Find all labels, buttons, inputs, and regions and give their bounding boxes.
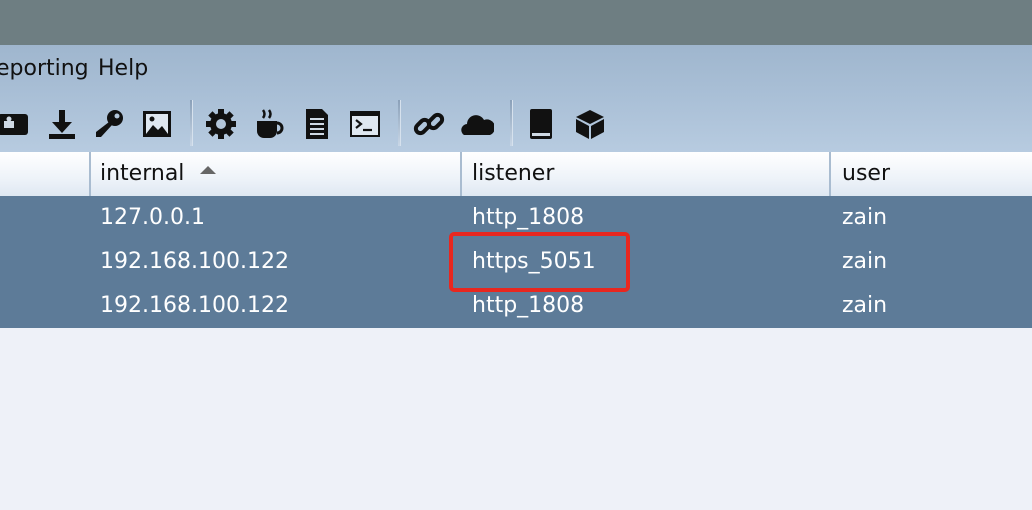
menu-help[interactable]: Help [98,55,148,83]
gear-icon[interactable] [202,105,240,143]
book-icon[interactable] [522,105,560,143]
column-header-listener[interactable]: listener [461,152,831,196]
column-header-user[interactable]: user [831,152,1032,196]
download-icon[interactable] [43,105,81,143]
link-icon[interactable] [410,105,448,143]
coffee-icon[interactable] [250,105,288,143]
column-header-internal-label: internal [100,161,185,186]
package-icon[interactable] [571,105,609,143]
menu-reporting[interactable]: eporting [0,55,89,83]
column-header-blank[interactable] [0,152,91,196]
toolbar [0,95,1032,153]
cell-user: zain [842,293,888,318]
key-icon[interactable] [90,105,128,143]
cell-user: zain [842,205,888,230]
table-header: internal listener user [0,152,1032,197]
sort-ascending-icon [200,166,217,174]
table-empty-area [0,328,1032,510]
table-row[interactable]: 192.168.100.122 http_1808 zain [0,284,1032,328]
cell-internal: 192.168.100.122 [100,249,289,274]
cell-listener: https_5051 [472,249,596,274]
cell-internal: 192.168.100.122 [100,293,289,318]
column-header-internal[interactable]: internal [89,152,462,196]
table-body: 127.0.0.1 http_1808 zain 192.168.100.122… [0,196,1032,328]
toolbar-separator [510,100,513,146]
cell-user: zain [842,249,888,274]
vcard-icon[interactable] [0,105,32,143]
toolbar-separator [190,100,193,146]
image-icon[interactable] [138,105,176,143]
table-row[interactable]: 127.0.0.1 http_1808 zain [0,196,1032,240]
cell-listener: http_1808 [472,293,585,318]
toolbar-separator [398,100,401,146]
document-icon[interactable] [298,105,336,143]
terminal-icon[interactable] [346,105,384,143]
cell-listener: http_1808 [472,205,585,230]
window-title-bar [0,0,1032,45]
cloud-icon[interactable] [458,105,496,143]
table-row[interactable]: 192.168.100.122 https_5051 zain [0,240,1032,284]
cell-internal: 127.0.0.1 [100,205,205,230]
menu-bar: eporting Help [0,45,1032,95]
